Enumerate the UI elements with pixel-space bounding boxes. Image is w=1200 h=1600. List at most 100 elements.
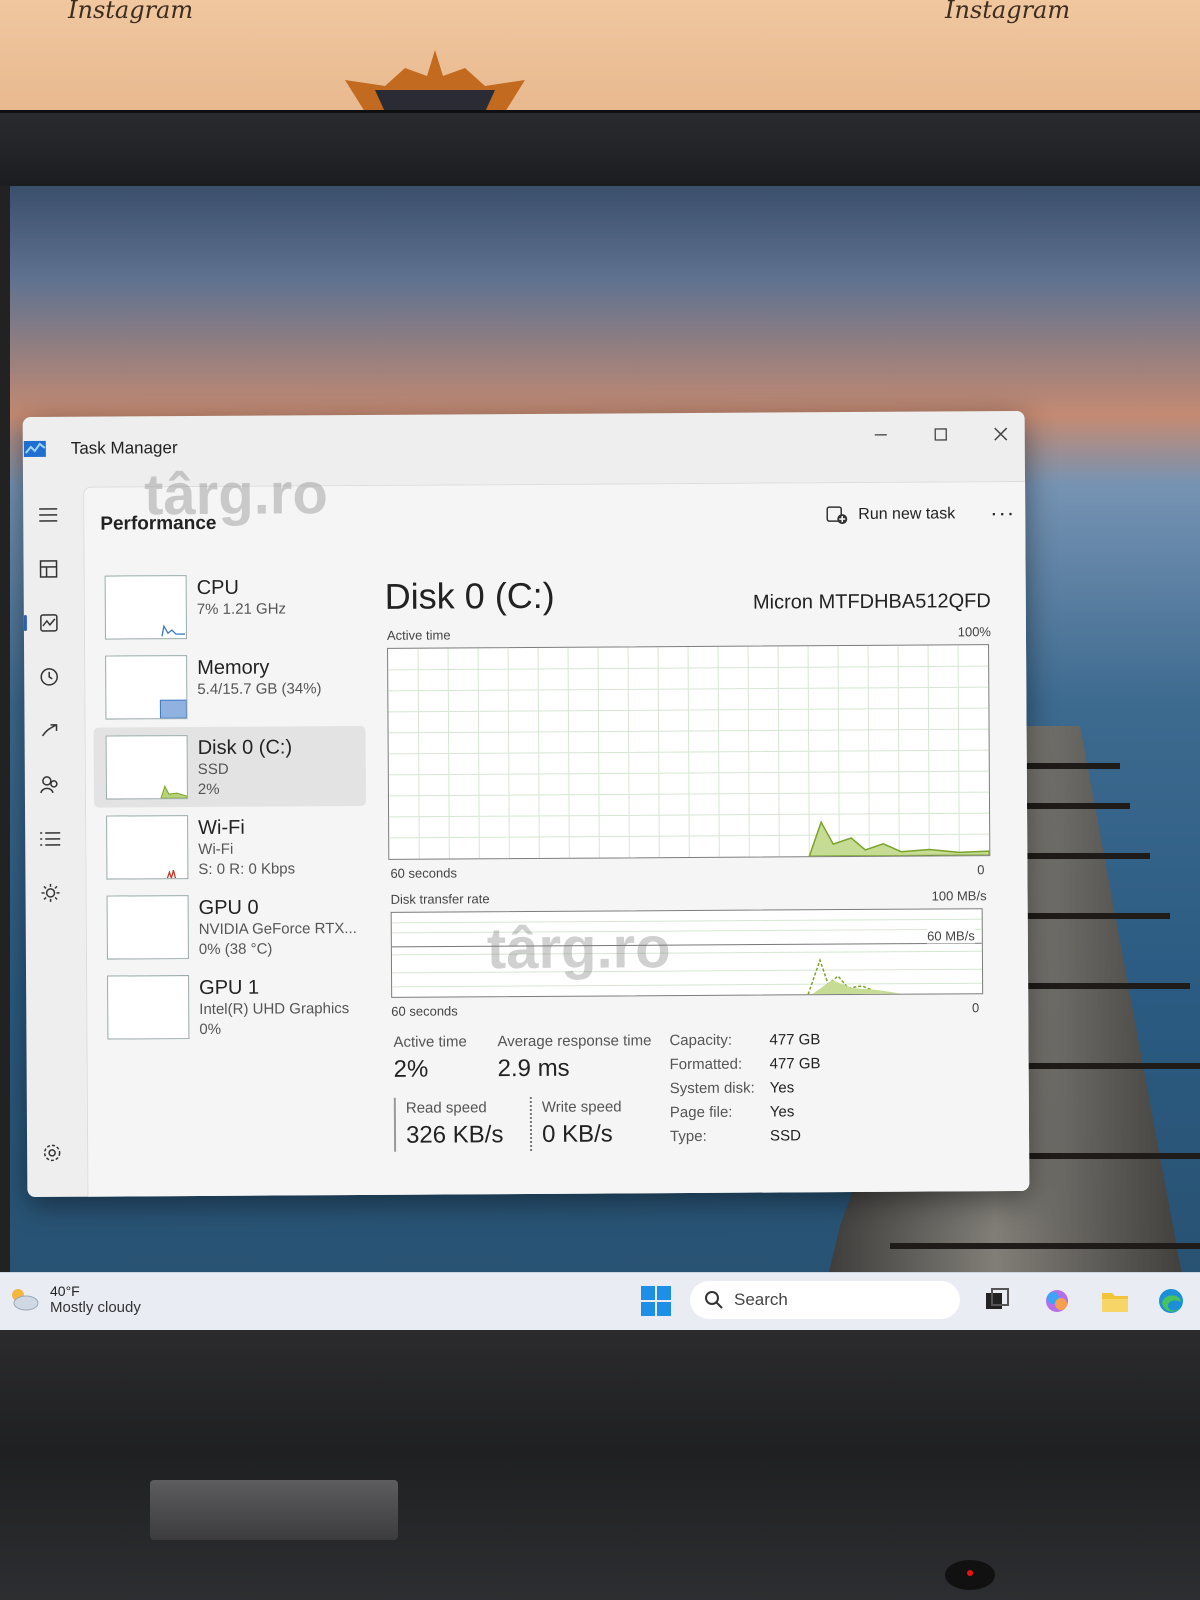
cloudy-weather-icon (12, 1289, 39, 1311)
task-manager-window: Task Manager târg.ro Performance Run new… (22, 410, 1030, 1198)
laptop-top-bezel (0, 110, 1200, 279)
device-usage: S: 0 R: 0 Kbps (198, 860, 296, 879)
transfer-rate-label: Disk transfer rate (390, 891, 490, 907)
run-new-task-label: Run new task (858, 505, 956, 523)
device-item-gpu1[interactable]: GPU 1 Intel(R) UHD Graphics 0% (95, 966, 367, 1048)
disk-title: Disk 0 (C:) (384, 574, 555, 617)
device-name: Memory (197, 656, 270, 680)
device-list: CPU 7% 1.21 GHz Memory 5.4/15.7 GB (34%) (93, 566, 368, 1048)
transfer-rate-mid: 60 MB/s (927, 928, 975, 944)
performance-content: târg.ro Performance Run new task ··· CPU… (83, 461, 1030, 1198)
window-title: Task Manager (70, 438, 178, 458)
device-usage: 2% (197, 780, 220, 799)
device-name: GPU 0 (198, 896, 259, 920)
close-button[interactable] (983, 419, 1019, 449)
close-icon (994, 427, 1008, 441)
avg-response-label: Average response time (497, 1032, 652, 1051)
active-time-graph-xstart: 60 seconds (390, 865, 457, 881)
active-time-stat-value: 2% (393, 1055, 429, 1083)
run-task-icon (826, 506, 848, 525)
search-icon (705, 1291, 723, 1309)
device-item-gpu0[interactable]: GPU 0 NVIDIA GeForce RTX... 0% (38 °C) (95, 886, 367, 968)
edge-browser-icon[interactable] (1156, 1287, 1186, 1315)
run-new-task-button[interactable]: Run new task (826, 504, 955, 525)
more-options-button[interactable]: ··· (990, 500, 1015, 526)
laptop-bottom-bezel (0, 1330, 1200, 1600)
active-time-graph-max: 100% (957, 624, 992, 640)
read-speed-marker (393, 1097, 397, 1152)
device-item-cpu[interactable]: CPU 7% 1.21 GHz (93, 566, 365, 648)
processes-icon (39, 560, 58, 578)
nav-details[interactable] (30, 823, 70, 855)
wall-text-left: Instagram (68, 0, 194, 24)
transfer-rate-graph (390, 908, 984, 998)
navigation-rail (23, 487, 85, 1187)
disk-thumbnail-graph (105, 735, 188, 800)
details-icon (40, 832, 61, 846)
nav-processes[interactable] (28, 553, 68, 585)
desktop-wallpaper: Task Manager târg.ro Performance Run new… (10, 186, 1200, 1336)
prop-value: SSD (769, 1127, 801, 1145)
write-speed-value: 0 KB/s (541, 1120, 613, 1148)
page-title: Performance (100, 512, 217, 535)
nav-users[interactable] (30, 769, 70, 801)
maximize-icon (934, 428, 947, 441)
nav-services[interactable] (30, 877, 70, 909)
active-time-graph-xend: 0 (977, 862, 985, 878)
task-view-icon[interactable] (982, 1287, 1012, 1315)
search-placeholder: Search (734, 1290, 788, 1309)
app-history-icon (40, 668, 58, 686)
avg-response-value: 2.9 ms (497, 1054, 570, 1083)
device-detail: SSD (197, 760, 229, 779)
taskbar: 40°F Mostly cloudy Search (0, 1272, 1200, 1331)
device-item-wifi[interactable]: Wi-Fi Wi-Fi S: 0 R: 0 Kbps (94, 806, 366, 888)
wall-text-right: Instagram (945, 0, 1071, 24)
prop-key: Page file: (669, 1103, 733, 1122)
transfer-graph-xstart: 60 seconds (391, 1003, 458, 1019)
disk-model: Micron MTFDHBA512QFD (752, 590, 991, 614)
transfer-rate-max: 100 MB/s (931, 888, 987, 904)
cpu-thumbnail-graph (104, 575, 187, 640)
weather-description: Mostly cloudy (50, 1299, 141, 1316)
file-explorer-icon[interactable] (1100, 1287, 1130, 1315)
write-speed-marker (529, 1096, 533, 1151)
prop-key: Type: (669, 1127, 707, 1146)
memory-thumbnail-graph (105, 655, 188, 720)
prop-key: Formatted: (669, 1055, 743, 1074)
read-speed-label: Read speed (405, 1099, 487, 1117)
wifi-thumbnail-graph (106, 815, 189, 880)
weather-widget[interactable]: 40°F Mostly cloudy (6, 1283, 141, 1316)
prop-key: System disk: (669, 1079, 755, 1098)
power-indicator-light (945, 1560, 995, 1590)
settings-icon (43, 1144, 61, 1162)
hamburger-menu-button[interactable] (28, 499, 68, 531)
device-item-disk0[interactable]: Disk 0 (C:) SSD 2% (93, 725, 367, 808)
device-usage: 0% (199, 1020, 222, 1038)
performance-icon (40, 614, 58, 632)
prop-key: Capacity: (669, 1031, 733, 1050)
nav-settings[interactable] (32, 1137, 72, 1169)
services-icon (41, 883, 60, 902)
laptop-hinge (150, 1480, 398, 1540)
gpu0-thumbnail-graph (106, 895, 189, 960)
hamburger-icon (39, 508, 58, 522)
device-detail: Intel(R) UHD Graphics (199, 1000, 350, 1018)
device-item-memory[interactable]: Memory 5.4/15.7 GB (34%) (93, 646, 365, 728)
taskbar-search-box[interactable]: Search (690, 1281, 960, 1319)
minimize-button[interactable] (863, 420, 899, 450)
crown-decoration (345, 50, 525, 112)
device-detail: 7% 1.21 GHz (196, 600, 287, 619)
gpu1-thumbnail-graph (107, 975, 190, 1040)
copilot-icon[interactable] (1042, 1287, 1072, 1315)
read-speed-value: 326 KB/s (405, 1121, 504, 1149)
nav-performance[interactable] (29, 607, 69, 639)
prop-value: 477 GB (769, 1055, 821, 1073)
users-icon (40, 776, 58, 794)
nav-startup-apps[interactable] (29, 715, 69, 747)
nav-app-history[interactable] (29, 661, 69, 693)
maximize-button[interactable] (923, 419, 959, 449)
transfer-graph-xend: 0 (971, 1000, 980, 1016)
prop-value: Yes (769, 1079, 795, 1097)
device-name: GPU 1 (199, 976, 260, 999)
windows-start-icon[interactable] (640, 1285, 672, 1317)
